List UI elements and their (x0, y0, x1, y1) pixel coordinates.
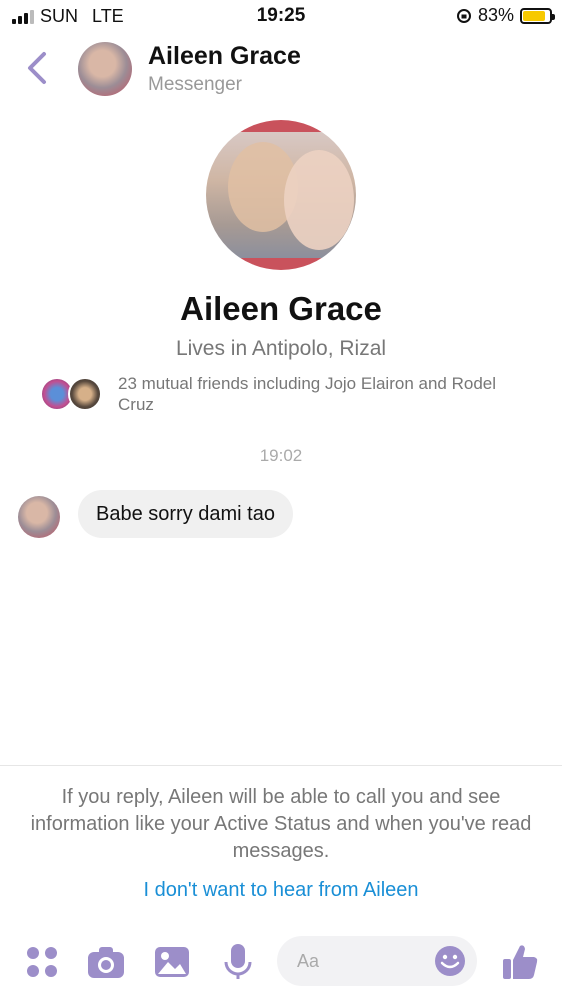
header-subtitle: Messenger (148, 74, 242, 95)
message-bubble[interactable]: Babe sorry dami tao (78, 490, 293, 538)
header-name[interactable]: Aileen Grace (148, 42, 301, 71)
sender-avatar[interactable] (18, 496, 60, 538)
gallery-button[interactable] (152, 942, 192, 982)
more-actions-button[interactable] (22, 942, 62, 982)
chevron-left-icon (28, 52, 46, 84)
message-timestamp: 19:02 (259, 446, 303, 465)
header-avatar[interactable] (78, 42, 132, 96)
mutual-friends-text: 23 mutual friends including Jojo Elairon… (118, 374, 497, 414)
emoji-button[interactable] (433, 944, 467, 978)
profile-picture-face (284, 150, 354, 250)
composer (0, 930, 562, 992)
camera-icon (88, 947, 124, 978)
battery-icon (520, 7, 555, 24)
camera-button[interactable] (86, 942, 126, 982)
back-button[interactable] (22, 48, 54, 88)
four-dots-icon (27, 947, 57, 977)
battery-fill (523, 10, 545, 21)
microphone-icon (224, 944, 252, 979)
mutual-friends[interactable]: 23 mutual friends including Jojo Elairon… (40, 373, 530, 417)
chat-header: Aileen Grace Messenger (0, 34, 562, 104)
reply-notice: If you reply, Aileen will be able to cal… (30, 786, 532, 862)
smiley-icon (435, 946, 465, 976)
status-bar: SUN LTE 19:25 83% (0, 0, 562, 32)
orientation-lock-icon (456, 8, 471, 23)
image-icon (155, 947, 189, 977)
battery-percent: 83% (477, 5, 514, 25)
ignore-link[interactable]: I don't want to hear from Aileen (0, 879, 562, 902)
profile-location: Lives in Antipolo, Rizal (175, 337, 387, 360)
divider (0, 765, 562, 766)
mutual-friends-avatars (40, 377, 106, 411)
status-right: 83% (456, 5, 555, 26)
profile-name: Aileen Grace (180, 290, 382, 327)
message-input-box[interactable] (277, 936, 477, 986)
profile-picture[interactable] (206, 120, 356, 270)
thumbs-up-icon (503, 945, 538, 979)
voice-button[interactable] (218, 942, 258, 982)
like-button[interactable] (500, 942, 540, 982)
avatar (68, 377, 102, 411)
message-input[interactable] (297, 948, 417, 974)
